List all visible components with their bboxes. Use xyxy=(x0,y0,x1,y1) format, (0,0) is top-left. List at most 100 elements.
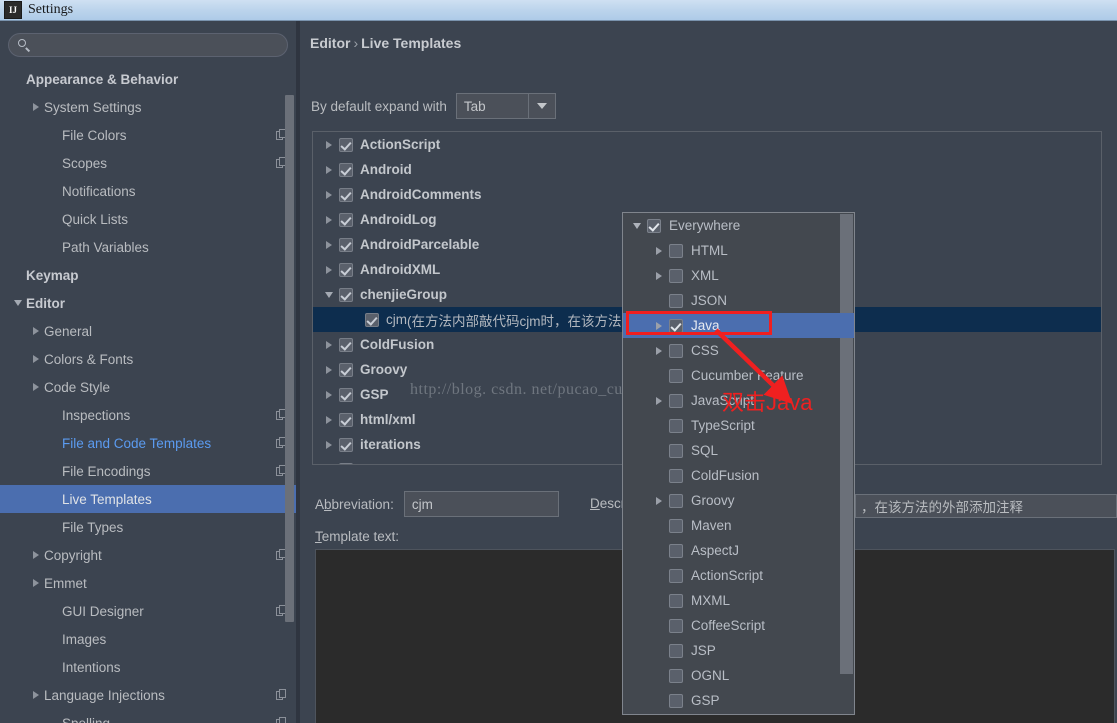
sidebar-item-file-and-code-templates[interactable]: File and Code Templates xyxy=(0,429,299,457)
checkbox[interactable] xyxy=(339,162,353,177)
sidebar-item-system-settings[interactable]: System Settings xyxy=(0,93,299,121)
popup-item-actionscript[interactable]: ActionScript xyxy=(623,563,854,588)
checkbox[interactable] xyxy=(339,462,353,464)
chevron-down-icon[interactable] xyxy=(319,291,339,298)
chevron-right-icon[interactable] xyxy=(28,345,44,373)
checkbox[interactable] xyxy=(669,468,683,483)
checkbox[interactable] xyxy=(339,412,353,427)
sidebar-item-inspections[interactable]: Inspections xyxy=(0,401,299,429)
popup-item-gsp[interactable]: GSP xyxy=(623,688,854,713)
chevron-right-icon[interactable] xyxy=(28,93,44,121)
checkbox[interactable] xyxy=(669,368,683,383)
chevron-right-icon[interactable] xyxy=(28,373,44,401)
checkbox[interactable] xyxy=(669,518,683,533)
popup-item-css[interactable]: CSS xyxy=(623,338,854,363)
checkbox[interactable] xyxy=(669,293,683,308)
sidebar-item-scopes[interactable]: Scopes xyxy=(0,149,299,177)
chevron-right-icon[interactable] xyxy=(28,541,44,569)
checkbox[interactable] xyxy=(339,287,353,302)
checkbox[interactable] xyxy=(669,443,683,458)
chevron-right-icon[interactable] xyxy=(28,317,44,345)
popup-item-groovy[interactable]: Groovy xyxy=(623,488,854,513)
sidebar-item-live-templates[interactable]: Live Templates xyxy=(0,485,299,513)
chevron-right-icon[interactable] xyxy=(319,340,339,349)
chevron-right-icon[interactable] xyxy=(649,321,669,330)
sidebar-item-quick-lists[interactable]: Quick Lists xyxy=(0,205,299,233)
popup-item-maven[interactable]: Maven xyxy=(623,513,854,538)
chevron-right-icon[interactable] xyxy=(649,346,669,355)
checkbox[interactable] xyxy=(339,337,353,352)
chevron-right-icon[interactable] xyxy=(319,365,339,374)
sidebar-item-images[interactable]: Images xyxy=(0,625,299,653)
popup-item-aspectj[interactable]: AspectJ xyxy=(623,538,854,563)
chevron-right-icon[interactable] xyxy=(319,265,339,274)
checkbox[interactable] xyxy=(339,212,353,227)
chevron-right-icon[interactable] xyxy=(319,240,339,249)
popup-item-mxml[interactable]: MXML xyxy=(623,588,854,613)
checkbox[interactable] xyxy=(669,668,683,683)
chevron-right-icon[interactable] xyxy=(319,215,339,224)
popup-item-jsp[interactable]: JSP xyxy=(623,638,854,663)
checkbox[interactable] xyxy=(669,568,683,583)
popup-item-sql[interactable]: SQL xyxy=(623,438,854,463)
checkbox[interactable] xyxy=(339,187,353,202)
checkbox[interactable] xyxy=(339,387,353,402)
chevron-right-icon[interactable] xyxy=(649,271,669,280)
chevron-right-icon[interactable] xyxy=(319,440,339,449)
checkbox[interactable] xyxy=(669,393,683,408)
template-group-row[interactable]: AndroidComments xyxy=(313,182,1101,207)
popup-item-javascript[interactable]: JavaScript xyxy=(623,388,854,413)
chevron-right-icon[interactable] xyxy=(28,681,44,709)
popup-item-java[interactable]: Java xyxy=(623,313,854,338)
popup-item-html[interactable]: HTML xyxy=(623,238,854,263)
sidebar-item-editor[interactable]: Editor xyxy=(0,289,299,317)
sidebar-item-intentions[interactable]: Intentions xyxy=(0,653,299,681)
chevron-right-icon[interactable] xyxy=(649,246,669,255)
sidebar-item-colors-fonts[interactable]: Colors & Fonts xyxy=(0,345,299,373)
checkbox[interactable] xyxy=(339,262,353,277)
popup-item-cucumber-feature[interactable]: Cucumber Feature xyxy=(623,363,854,388)
chevron-right-icon[interactable] xyxy=(28,569,44,597)
sidebar-item-appearance-behavior[interactable]: Appearance & Behavior xyxy=(0,65,299,93)
checkbox[interactable] xyxy=(365,312,379,327)
sidebar-search[interactable] xyxy=(8,33,288,57)
chevron-down-icon[interactable] xyxy=(527,94,555,118)
checkbox[interactable] xyxy=(339,237,353,252)
checkbox[interactable] xyxy=(669,543,683,558)
sidebar-scrollbar-thumb[interactable] xyxy=(285,95,294,622)
sidebar-item-general[interactable]: General xyxy=(0,317,299,345)
expand-with-select[interactable]: Tab xyxy=(455,93,556,119)
sidebar-item-copyright[interactable]: Copyright xyxy=(0,541,299,569)
popup-item-everywhere[interactable]: Everywhere xyxy=(623,213,854,238)
checkbox[interactable] xyxy=(339,362,353,377)
abbreviation-input[interactable] xyxy=(403,491,559,517)
breadcrumb-parent[interactable]: Editor xyxy=(310,35,350,51)
sidebar-item-emmet[interactable]: Emmet xyxy=(0,569,299,597)
sidebar-scrollbar-track[interactable] xyxy=(285,65,294,723)
checkbox[interactable] xyxy=(669,693,683,708)
sidebar-item-path-variables[interactable]: Path Variables xyxy=(0,233,299,261)
checkbox[interactable] xyxy=(669,243,683,258)
sidebar-item-file-types[interactable]: File Types xyxy=(0,513,299,541)
sidebar-item-code-style[interactable]: Code Style xyxy=(0,373,299,401)
template-group-row[interactable]: Android xyxy=(313,157,1101,182)
search-input[interactable] xyxy=(31,36,287,54)
checkbox[interactable] xyxy=(339,137,353,152)
checkbox[interactable] xyxy=(669,343,683,358)
checkbox[interactable] xyxy=(669,493,683,508)
checkbox[interactable] xyxy=(669,643,683,658)
sidebar-item-language-injections[interactable]: Language Injections xyxy=(0,681,299,709)
sidebar-item-file-encodings[interactable]: File Encodings xyxy=(0,457,299,485)
chevron-down-icon[interactable] xyxy=(627,222,647,229)
chevron-right-icon[interactable] xyxy=(319,165,339,174)
chevron-right-icon[interactable] xyxy=(649,496,669,505)
checkbox[interactable] xyxy=(669,418,683,433)
checkbox[interactable] xyxy=(647,218,661,233)
popup-item-xml[interactable]: XML xyxy=(623,263,854,288)
popup-item-coffeescript[interactable]: CoffeeScript xyxy=(623,613,854,638)
popup-item-coldfusion[interactable]: ColdFusion xyxy=(623,463,854,488)
chevron-right-icon[interactable] xyxy=(319,390,339,399)
chevron-right-icon[interactable] xyxy=(319,190,339,199)
popup-item-ognl[interactable]: OGNL xyxy=(623,663,854,688)
checkbox[interactable] xyxy=(339,437,353,452)
